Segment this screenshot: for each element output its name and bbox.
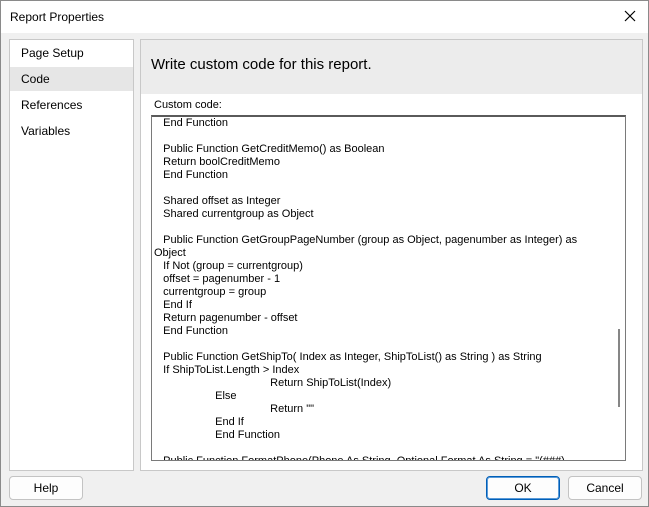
report-properties-dialog: Report Properties Page Setup Code Refere… [0,0,649,507]
custom-code-text[interactable]: End Function Public Function GetCreditMe… [154,117,577,460]
content-header: Write custom code for this report. [141,40,642,94]
vertical-scrollbar[interactable] [613,117,625,460]
close-icon [624,10,636,25]
content-panel: Write custom code for this report. Custo… [140,39,643,471]
page-title: Write custom code for this report. [151,56,372,73]
nav-item-code[interactable]: Code [10,67,133,91]
sidebar-nav: Page Setup Code References Variables [9,39,134,471]
scrollbar-thumb[interactable] [618,329,620,407]
title-bar: Report Properties [1,1,648,33]
custom-code-editor[interactable]: End Function Public Function GetCreditMe… [151,115,626,461]
nav-item-references[interactable]: References [10,93,133,117]
help-button[interactable]: Help [9,476,83,500]
window-title: Report Properties [10,10,105,24]
close-button[interactable] [618,5,642,29]
ok-button[interactable]: OK [486,476,560,500]
custom-code-label: Custom code: [154,99,222,111]
nav-item-page-setup[interactable]: Page Setup [10,41,133,65]
nav-item-variables[interactable]: Variables [10,119,133,143]
cancel-button[interactable]: Cancel [568,476,642,500]
